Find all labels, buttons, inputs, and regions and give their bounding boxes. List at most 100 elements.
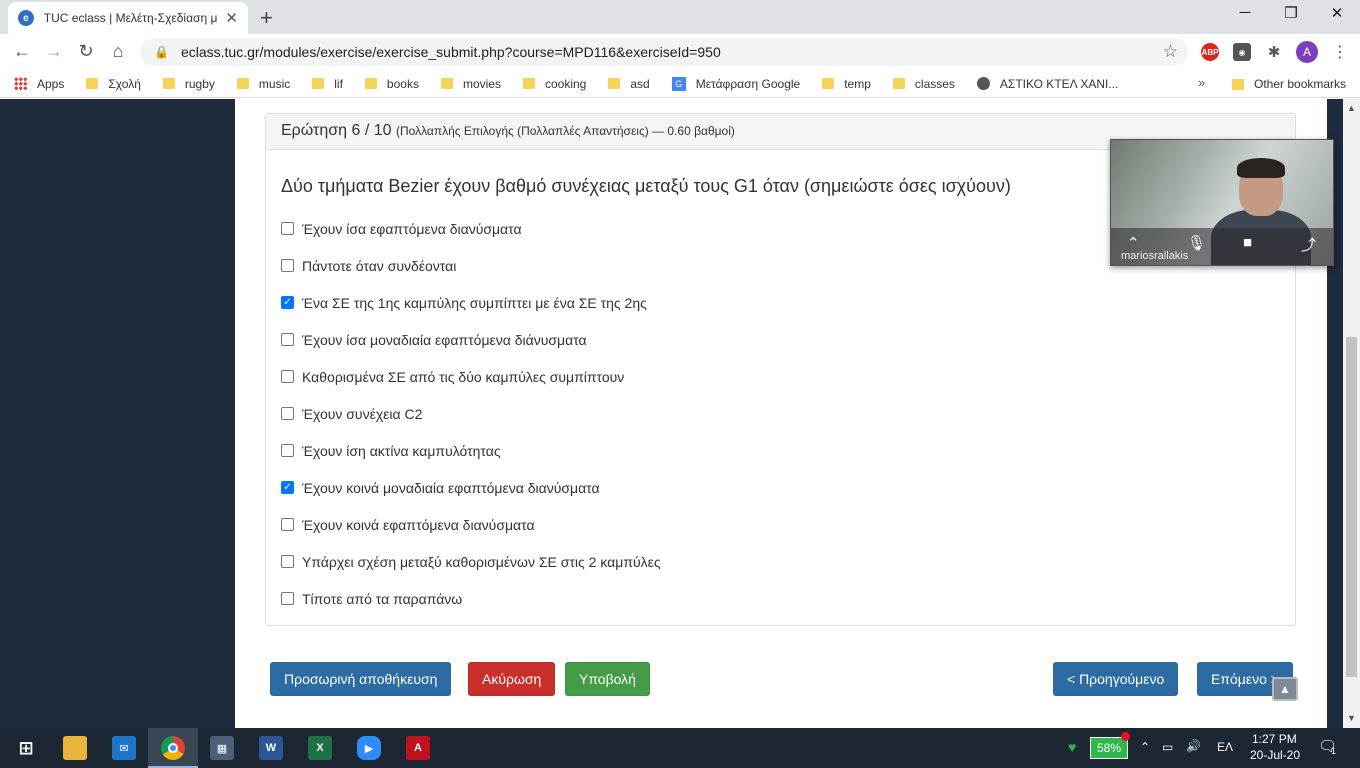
checkbox-unchecked[interactable] <box>281 222 294 235</box>
scroll-to-top-icon[interactable]: ▲ <box>1272 677 1298 701</box>
windows-start-icon[interactable]: ⊞ <box>14 736 38 760</box>
answer-option[interactable]: Έχουν ίσα μοναδιαία εφαπτόμενα διάνυσματ… <box>281 321 661 358</box>
chrome-icon[interactable] <box>161 736 185 760</box>
checkbox-checked[interactable]: ✓ <box>281 481 294 494</box>
answer-option[interactable]: Έχουν συνέχεια C2 <box>281 395 661 432</box>
clock-time[interactable]: 1:27 PM <box>1252 732 1297 746</box>
zoom-icon[interactable]: ▶ <box>357 736 381 760</box>
folder-icon <box>440 78 453 89</box>
scroll-down-icon[interactable]: ▼ <box>1347 713 1356 723</box>
browser-menu-icon[interactable]: ⋮ <box>1332 42 1348 62</box>
bookmark-folder[interactable]: rugby <box>162 77 215 91</box>
forward-icon[interactable]: → <box>42 41 66 62</box>
acrobat-icon[interactable]: A <box>406 736 430 760</box>
word-icon[interactable]: W <box>259 736 283 760</box>
answer-label: Υπάρχει σχέση μεταξύ καθορισμένων ΣΕ στι… <box>302 553 661 570</box>
windows-taskbar: ⊞ ✉ ▦ W X ▶ A ♥ 58% ⌃ ▭ 🔊 ΕΛ 1:27 PM 20-… <box>0 728 1360 768</box>
tab-title: TUC eclass | Μελέτη-Σχεδίαση μ <box>43 11 218 25</box>
excel-icon[interactable]: X <box>308 736 332 760</box>
mail-icon[interactable]: ✉ <box>112 736 136 760</box>
reload-icon[interactable]: ↻ <box>74 41 98 62</box>
bookmark-folder[interactable]: temp <box>822 77 871 91</box>
profile-avatar[interactable]: A <box>1296 41 1318 63</box>
home-icon[interactable]: ⌂ <box>106 41 130 62</box>
answer-option[interactable]: Τίποτε από τα παραπάνω <box>281 580 661 617</box>
answer-option[interactable]: ✓ Έχουν κοινά μοναδιαία εφαπτόμενα διανύσ… <box>281 469 661 506</box>
calculator-icon[interactable]: ▦ <box>210 736 234 760</box>
back-icon[interactable]: ← <box>10 41 34 62</box>
camera-icon[interactable]: ■ <box>1243 234 1252 251</box>
extension-shield-icon[interactable]: ◉ <box>1233 43 1251 61</box>
bookmark-folder[interactable]: cooking <box>522 77 586 91</box>
checkbox-unchecked[interactable] <box>281 333 294 346</box>
folder-icon <box>236 78 249 89</box>
tab-close-icon[interactable]: ✕ <box>225 9 238 27</box>
address-bar[interactable]: 🔒 eclass.tuc.gr/modules/exercise/exercis… <box>140 38 1188 66</box>
clock-date[interactable]: 20-Jul-20 <box>1250 748 1300 762</box>
share-screen-icon[interactable]: ⤴ <box>1301 234 1316 255</box>
checkbox-unchecked[interactable] <box>281 592 294 605</box>
bookmark-folder[interactable]: classes <box>892 77 955 91</box>
bookmark-google-translate[interactable]: G Μετάφραση Google <box>671 76 800 91</box>
answer-option[interactable]: Υπάρχει σχέση μεταξύ καθορισμένων ΣΕ στι… <box>281 543 661 580</box>
answer-option[interactable]: Πάντοτε όταν συνδέονται <box>281 247 661 284</box>
question-type-meta: (Πολλαπλής Επιλογής (Πολλαπλές Απαντήσει… <box>395 124 735 138</box>
checkbox-unchecked[interactable] <box>281 444 294 457</box>
answer-option[interactable]: Έχουν ίση ακτίνα καμπυλότητας <box>281 432 661 469</box>
previous-button[interactable]: < Προηγούμενο <box>1053 662 1179 696</box>
volume-icon[interactable]: 🔊 <box>1186 739 1201 753</box>
bookmark-folder[interactable]: movies <box>440 77 501 91</box>
video-call-overlay[interactable]: ⌃ 🎙 ■ ⤴ mariosrallakis <box>1110 139 1334 266</box>
participant-name: mariosrallakis <box>1121 250 1189 262</box>
answer-label: Έχουν ίσα εφαπτόμενα διανύσματα <box>302 220 522 237</box>
folder-icon <box>364 78 377 89</box>
answer-option[interactable]: Καθορισμένα ΣΕ από τις δύο καμπύλες συμπ… <box>281 358 661 395</box>
restore-icon[interactable]: ❐ <box>1268 4 1314 22</box>
folder-icon <box>1232 78 1244 90</box>
bookmark-folder[interactable]: lif <box>312 77 343 91</box>
folder-icon <box>312 78 325 89</box>
new-tab-icon[interactable]: + <box>260 5 273 31</box>
checkbox-unchecked[interactable] <box>281 555 294 568</box>
checkbox-unchecked[interactable] <box>281 518 294 531</box>
bookmarks-overflow-icon[interactable]: » <box>1198 75 1205 90</box>
browser-tab[interactable]: e TUC eclass | Μελέτη-Σχεδίαση μ ✕ <box>8 2 248 34</box>
answer-option[interactable]: ✓ Ένα ΣΕ της 1ης καμπύλης συμπίπτει με έν… <box>281 284 661 321</box>
folder-icon <box>608 78 621 89</box>
network-icon[interactable]: ▭ <box>1162 740 1173 754</box>
bookmark-ktel[interactable]: ΑΣΤΙΚΟ ΚΤΕΛ ΧΑΝΙ... <box>976 77 1118 91</box>
checkbox-checked[interactable]: ✓ <box>281 296 294 309</box>
answer-option[interactable]: Έχουν κοινά εφαπτόμενα διανύσματα <box>281 506 661 543</box>
scrollbar-thumb[interactable] <box>1346 337 1357 677</box>
scroll-up-icon[interactable]: ▲ <box>1347 103 1356 113</box>
answer-label: Έχουν ίσα μοναδιαία εφαπτόμενα διάνυσματ… <box>302 331 587 348</box>
bookmark-folder[interactable]: books <box>364 77 419 91</box>
page-scrollbar[interactable]: ▲ ▼ <box>1343 99 1360 728</box>
language-indicator[interactable]: ΕΛ <box>1217 740 1233 754</box>
file-explorer-icon[interactable] <box>63 736 87 760</box>
extensions-puzzle-icon[interactable]: ✱ <box>1265 43 1283 61</box>
answer-label: Ένα ΣΕ της 1ης καμπύλης συμπίπτει με ένα… <box>302 294 647 311</box>
checkbox-unchecked[interactable] <box>281 259 294 272</box>
other-bookmarks[interactable]: Other bookmarks <box>1232 77 1346 91</box>
bookmark-apps[interactable]: Apps <box>14 77 64 91</box>
temp-save-button[interactable]: Προσωρινή αποθήκευση <box>270 662 452 696</box>
adblock-icon[interactable]: ABP <box>1201 43 1219 61</box>
bookmark-folder[interactable]: Σχολή <box>86 77 141 91</box>
bookmark-star-icon[interactable]: ☆ <box>1163 42 1178 62</box>
globe-icon <box>976 77 990 90</box>
cancel-button[interactable]: Ακύρωση <box>468 662 556 696</box>
bookmark-folder[interactable]: music <box>236 77 290 91</box>
microphone-icon[interactable]: 🎙 <box>1187 234 1206 252</box>
close-window-icon[interactable]: ✕ <box>1314 4 1360 22</box>
minimize-icon[interactable]: ─ <box>1222 4 1268 21</box>
bookmark-folder[interactable]: asd <box>608 77 650 91</box>
checkbox-unchecked[interactable] <box>281 407 294 420</box>
answer-option[interactable]: Έχουν ίσα εφαπτόμενα διανύσματα <box>281 210 661 247</box>
shield-icon[interactable]: ♥ <box>1068 739 1076 755</box>
submit-button[interactable]: Υποβολή <box>565 662 650 696</box>
answer-label: Έχουν συνέχεια C2 <box>302 405 423 422</box>
lock-icon: 🔒 <box>154 45 169 59</box>
tray-chevron-icon[interactable]: ⌃ <box>1140 740 1150 754</box>
checkbox-unchecked[interactable] <box>281 370 294 383</box>
